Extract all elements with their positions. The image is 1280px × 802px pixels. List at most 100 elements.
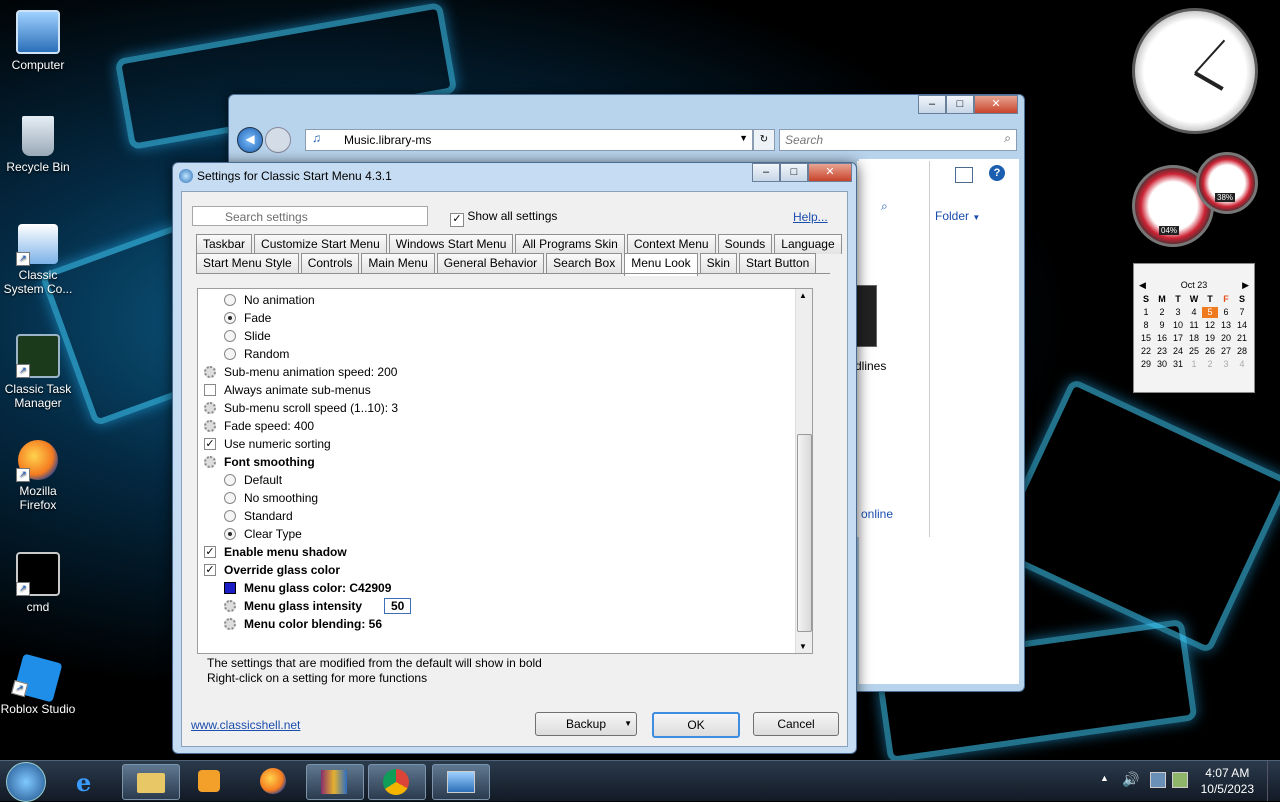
calendar-day[interactable]: 16 — [1154, 333, 1170, 344]
calendar-day[interactable]: 14 — [1234, 320, 1250, 331]
tab-main-menu[interactable]: Main Menu — [361, 253, 435, 273]
calendar-day[interactable]: 4 — [1234, 359, 1250, 370]
desktop-icon-computer[interactable]: Computer — [0, 10, 76, 72]
calendar-day[interactable]: 28 — [1234, 346, 1250, 357]
calendar-gadget[interactable]: ◀ Oct 23 ▶ S M T W T F S 1 2 3 4 5 6 7 8 9 10 11 12 13 14 15 1… — [1133, 263, 1255, 393]
tab-start-button[interactable]: Start Button — [738, 253, 817, 273]
maximize-button[interactable]: □ — [946, 95, 974, 114]
tab-skin[interactable]: Skin — [699, 253, 737, 273]
start-button[interactable] — [6, 762, 46, 802]
calendar-day[interactable]: 15 — [1138, 333, 1154, 344]
cancel-button[interactable]: Cancel — [753, 712, 839, 736]
calendar-day[interactable]: 19 — [1202, 333, 1218, 344]
calendar-day[interactable]: 8 — [1138, 320, 1154, 331]
forward-button[interactable] — [265, 127, 291, 153]
show-all-settings-checkbox[interactable]: ✓ Show all settings — [450, 209, 557, 227]
refresh-button[interactable]: ↻ — [753, 129, 775, 151]
backup-button[interactable]: Backup ▼ — [535, 712, 637, 736]
radio-unselected[interactable] — [224, 474, 236, 486]
calendar-day[interactable]: 1 — [1138, 307, 1154, 318]
scrollbar-thumb[interactable] — [797, 434, 812, 632]
minimize-button[interactable]: – — [918, 95, 946, 114]
checkbox-checked[interactable]: ✓ — [204, 438, 216, 450]
calendar-day[interactable]: 30 — [1154, 359, 1170, 370]
desktop-icon-classic-task-manager[interactable]: ↗ Classic Task Manager — [0, 334, 76, 410]
firefox-taskbar-button[interactable] — [246, 764, 302, 798]
help-link[interactable]: Help... — [793, 210, 828, 224]
checkbox-checked[interactable]: ✓ — [204, 546, 216, 558]
calendar-day[interactable]: 27 — [1218, 346, 1234, 357]
calendar-day[interactable]: 9 — [1154, 320, 1170, 331]
desktop-icon-roblox-studio[interactable]: ↗ Roblox Studio — [0, 653, 76, 716]
memory-meter-gadget[interactable]: 38% — [1196, 152, 1258, 214]
calendar-day[interactable]: 20 — [1218, 333, 1234, 344]
calendar-next[interactable]: ▶ — [1242, 280, 1249, 291]
radio-unselected[interactable] — [224, 294, 236, 306]
tab-search-box[interactable]: Search Box — [546, 253, 623, 273]
clock-gadget[interactable] — [1132, 8, 1258, 134]
explorer-search-input[interactable]: Search ⌕ — [779, 129, 1017, 151]
desktop-icon-classic-system[interactable]: ↗ Classic System Co... — [0, 224, 76, 296]
tab-windows-start-menu[interactable]: Windows Start Menu — [388, 234, 514, 254]
desktop-icon-recycle-bin[interactable]: Recycle Bin — [0, 116, 76, 174]
tab-taskbar[interactable]: Taskbar — [196, 234, 253, 254]
calendar-day[interactable]: 10 — [1170, 320, 1186, 331]
calendar-day[interactable]: 5 — [1202, 307, 1218, 318]
calendar-day[interactable]: 6 — [1218, 307, 1234, 318]
help-icon[interactable]: ? — [989, 165, 1005, 181]
scroll-up-arrow[interactable]: ▲ — [799, 291, 807, 300]
calendar-day[interactable]: 31 — [1170, 359, 1186, 370]
show-desktop-button[interactable] — [1267, 761, 1280, 801]
tab-language[interactable]: Language — [774, 234, 842, 254]
desktop-icon-cmd[interactable]: ↗ cmd — [0, 552, 76, 614]
folder-arrange-dropdown[interactable]: Folder ▼ — [935, 209, 980, 223]
show-hidden-icons-button[interactable]: ▲ — [1100, 773, 1109, 783]
search-settings-input[interactable]: Search settings — [192, 206, 428, 226]
tab-customize-start-menu[interactable]: Customize Start Menu — [254, 234, 387, 254]
preview-pane-icon[interactable] — [955, 167, 973, 183]
radio-unselected[interactable] — [224, 330, 236, 342]
radio-unselected[interactable] — [224, 348, 236, 360]
minimize-button[interactable]: – — [752, 163, 780, 182]
close-button[interactable]: ✕ — [808, 163, 852, 182]
radio-unselected[interactable] — [224, 492, 236, 504]
calendar-day[interactable]: 3 — [1218, 359, 1234, 370]
calendar-day[interactable]: 22 — [1138, 346, 1154, 357]
calendar-day[interactable]: 21 — [1234, 333, 1250, 344]
calendar-day[interactable]: 13 — [1218, 320, 1234, 331]
calendar-day[interactable]: 18 — [1186, 333, 1202, 344]
tab-start-menu-style[interactable]: Start Menu Style — [196, 253, 299, 273]
calendar-day[interactable]: 26 — [1202, 346, 1218, 357]
volume-icon[interactable]: 🔊 — [1122, 771, 1139, 788]
radio-unselected[interactable] — [224, 510, 236, 522]
action-center-icon[interactable] — [1172, 772, 1188, 788]
checkbox-unchecked[interactable] — [204, 384, 216, 396]
tab-all-programs-skin[interactable]: All Programs Skin — [515, 234, 625, 254]
calendar-day[interactable]: 2 — [1154, 307, 1170, 318]
tab-general-behavior[interactable]: General Behavior — [436, 253, 545, 273]
calendar-day[interactable]: 11 — [1186, 320, 1202, 331]
address-bar[interactable]: ♫ Music.library-ms ▼ — [305, 129, 753, 151]
calendar-day[interactable]: 4 — [1186, 307, 1202, 318]
rss-gadget-thumbnail[interactable] — [855, 285, 877, 347]
desktop-icon-firefox[interactable]: ↗ Mozilla Firefox — [0, 440, 76, 512]
calendar-day[interactable]: 23 — [1154, 346, 1170, 357]
scroll-down-arrow[interactable]: ▼ — [799, 642, 807, 651]
chrome-taskbar-button[interactable] — [368, 764, 426, 800]
media-player-taskbar-button[interactable] — [182, 764, 238, 798]
calendar-day[interactable]: 24 — [1170, 346, 1186, 357]
chevron-down-icon[interactable]: ▼ — [739, 133, 748, 143]
tab-context-menu[interactable]: Context Menu — [626, 234, 716, 254]
back-button[interactable]: ◀ — [237, 127, 263, 153]
internet-explorer-taskbar-button[interactable]: e — [62, 764, 118, 798]
tab-controls[interactable]: Controls — [300, 253, 360, 273]
setting-value-editor[interactable]: 50 — [384, 598, 412, 614]
tab-sounds[interactable]: Sounds — [717, 234, 773, 254]
close-button[interactable]: ✕ — [974, 95, 1018, 114]
control-panel-taskbar-button[interactable] — [432, 764, 490, 800]
calendar-day[interactable]: 12 — [1202, 320, 1218, 331]
explorer-taskbar-button[interactable] — [122, 764, 180, 800]
clock-tray[interactable]: 4:07 AM 10/5/2023 — [1201, 765, 1254, 797]
calendar-day[interactable]: 3 — [1170, 307, 1186, 318]
settings-dialog[interactable]: Settings for Classic Start Menu 4.3.1 – … — [172, 162, 857, 754]
